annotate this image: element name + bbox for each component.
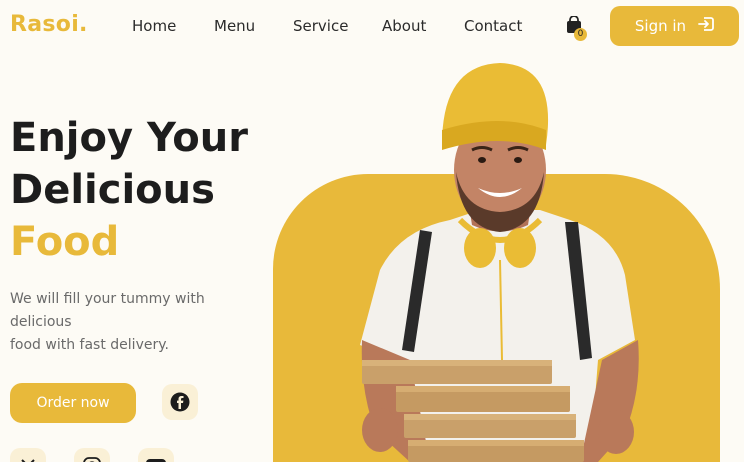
youtube-icon[interactable]: [138, 448, 174, 462]
sign-in-button[interactable]: Sign in: [610, 6, 739, 46]
hero-title-accent: Food: [10, 219, 120, 265]
sign-in-label: Sign in: [634, 17, 687, 35]
hero-subtitle: We will fill your tummy with delicious f…: [10, 288, 240, 357]
twitter-x-icon[interactable]: [10, 448, 46, 462]
hero-title-line-1: Enjoy Your: [10, 115, 248, 161]
nav-link-service[interactable]: Service: [293, 17, 348, 35]
hero-title-line-2: Delicious: [10, 167, 215, 213]
nav-link-contact[interactable]: Contact: [464, 17, 522, 35]
facebook-icon[interactable]: [162, 384, 198, 420]
order-now-button[interactable]: Order now: [10, 383, 136, 423]
sign-in-arrow-icon: [698, 17, 714, 35]
cart-count-badge: 0: [574, 28, 587, 41]
hero-subtitle-line-3: food with fast delivery.: [10, 337, 169, 353]
hero-title: Enjoy Your Delicious Food: [10, 112, 248, 268]
nav-link-home[interactable]: Home: [132, 17, 176, 35]
nav-link-about[interactable]: About: [382, 17, 426, 35]
delivery-man-with-pizza-boxes: [360, 63, 639, 462]
instagram-icon[interactable]: [74, 448, 110, 462]
nav-link-menu[interactable]: Menu: [214, 17, 255, 35]
hero-subtitle-line-1: We will fill your tummy with: [10, 291, 205, 307]
hero-subtitle-line-2: delicious: [10, 314, 72, 330]
